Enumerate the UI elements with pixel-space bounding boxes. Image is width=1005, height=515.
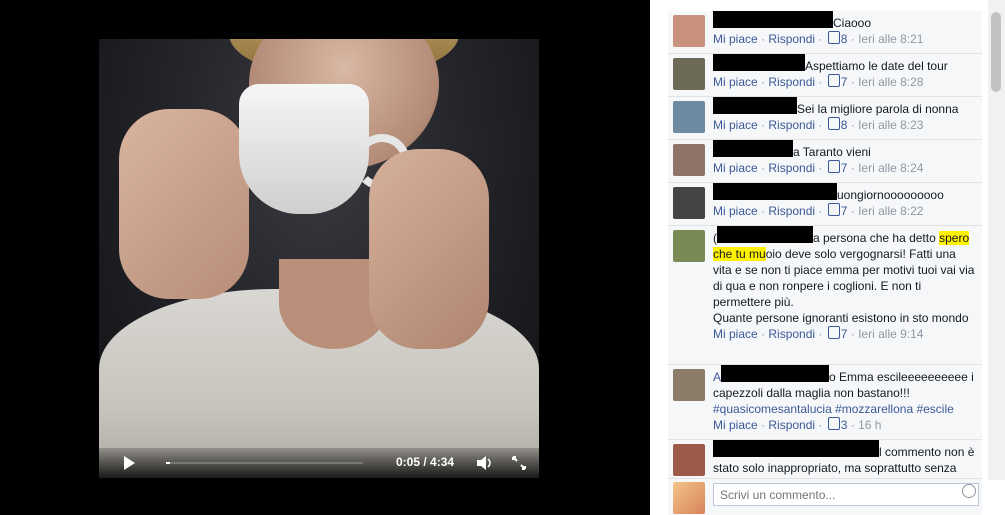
redacted-name <box>713 11 833 28</box>
video-area: 0:05 / 4:34 <box>0 0 650 515</box>
like-link[interactable]: Mi piace <box>713 418 758 432</box>
thumbs-up-icon <box>827 74 840 87</box>
comment-time[interactable]: Ieri alle 8:23 <box>858 118 923 132</box>
reply-link[interactable]: Rispondi <box>768 161 815 175</box>
comment-text: a Taranto vieni <box>793 145 871 159</box>
avatar[interactable] <box>673 144 705 176</box>
reply-link[interactable]: Rispondi <box>768 32 815 46</box>
like-link[interactable]: Mi piace <box>713 327 758 341</box>
reply-link[interactable]: Rispondi <box>768 118 815 132</box>
avatar[interactable] <box>673 58 705 90</box>
comment-text: Sei la migliore parola di nonna <box>797 102 959 116</box>
highlight-text: spero <box>939 231 970 245</box>
comment-prefix: A <box>713 370 722 384</box>
scroll-thumb[interactable] <box>991 12 1001 92</box>
fullscreen-icon[interactable] <box>512 456 526 470</box>
avatar[interactable] <box>673 15 705 47</box>
comment-time[interactable]: Ieri alle 8:24 <box>858 161 923 175</box>
comment-item: uongiornooooooooo Mi piace · Rispondi · … <box>668 183 982 226</box>
hashtags[interactable]: #quasicomesantalucia #mozzarellona #esci… <box>713 401 976 417</box>
video-time: 0:05 / 4:34 <box>396 455 455 469</box>
scrollbar[interactable] <box>988 0 1005 480</box>
redacted-name <box>713 97 797 114</box>
comment-time[interactable]: Ieri alle 8:21 <box>858 32 923 46</box>
like-link[interactable]: Mi piace <box>713 118 758 132</box>
volume-icon[interactable] <box>476 456 494 470</box>
comment-item: l commento non è stato solo inappropriat… <box>668 440 982 481</box>
play-icon[interactable] <box>124 456 135 470</box>
comment-text: Aspettiamo le date del tour <box>805 59 948 73</box>
thumbs-up-icon <box>827 326 840 339</box>
redacted-name <box>713 140 793 157</box>
comment-item: (a persona che ha detto spero che tu muo… <box>668 226 982 365</box>
reply-link[interactable]: Rispondi <box>768 327 815 341</box>
avatar[interactable] <box>673 444 705 476</box>
video-player[interactable]: 0:05 / 4:34 <box>99 39 539 478</box>
comment-time[interactable]: Ieri alle 9:14 <box>858 327 923 341</box>
highlight-text: che tu mu <box>713 247 766 261</box>
avatar[interactable] <box>673 230 705 262</box>
like-link[interactable]: Mi piace <box>713 204 758 218</box>
avatar[interactable] <box>673 187 705 219</box>
comment-item: Ciaooo Mi piace · Rispondi · 8 · Ieri al… <box>668 11 982 54</box>
like-link[interactable]: Mi piace <box>713 32 758 46</box>
like-link[interactable]: Mi piace <box>713 161 758 175</box>
redacted-name <box>713 183 837 200</box>
video-cup <box>239 84 369 214</box>
thumbs-up-icon <box>827 203 840 216</box>
comment-text: uongiornooooooooo <box>837 188 944 202</box>
redacted-name <box>721 365 830 382</box>
comment-text: Ciaooo <box>833 16 872 30</box>
reply-link[interactable]: Rispondi <box>768 75 815 89</box>
comment-item: Sei la migliore parola di nonna Mi piace… <box>668 97 982 140</box>
avatar[interactable] <box>673 369 705 401</box>
emoji-icon[interactable] <box>962 484 976 498</box>
redacted-name <box>717 226 813 243</box>
avatar[interactable] <box>673 101 705 133</box>
progress-fill <box>166 462 170 464</box>
progress-bar[interactable] <box>166 462 363 464</box>
comment-time[interactable]: 16 h <box>858 418 881 432</box>
reply-link[interactable]: Rispondi <box>768 418 815 432</box>
comment-item: Aspettiamo le date del tour Mi piace · R… <box>668 54 982 97</box>
like-link[interactable]: Mi piace <box>713 75 758 89</box>
redacted-name <box>713 440 879 457</box>
thumbs-up-icon <box>827 417 840 430</box>
thumbs-up-icon <box>827 160 840 173</box>
reply-link[interactable]: Rispondi <box>768 204 815 218</box>
avatar <box>673 482 705 514</box>
video-controls: 0:05 / 4:34 <box>99 448 539 478</box>
comments-list: Ciaooo Mi piace · Rispondi · 8 · Ieri al… <box>668 11 982 481</box>
redacted-name <box>713 54 805 71</box>
comment-time[interactable]: Ieri alle 8:22 <box>858 204 923 218</box>
comment-text: Quante persone ignoranti esistono in sto… <box>713 311 969 325</box>
thumbs-up-icon <box>827 117 840 130</box>
comment-item: a Taranto vieni Mi piace · Rispondi · 7 … <box>668 140 982 183</box>
comment-item: Ao Emma escileeeeeeeeee i capezzoli dall… <box>668 365 982 440</box>
video-hand-right <box>369 149 489 349</box>
video-hand-left <box>119 109 249 299</box>
comment-time[interactable]: Ieri alle 8:28 <box>858 75 923 89</box>
comments-panel: × Ciaooo Mi piace · Rispondi · 8 · Ieri … <box>650 0 1005 515</box>
comment-input[interactable] <box>713 483 979 506</box>
comment-text: a persona che ha detto <box>813 231 940 245</box>
thumbs-up-icon <box>827 31 840 44</box>
comment-composer <box>668 478 982 515</box>
